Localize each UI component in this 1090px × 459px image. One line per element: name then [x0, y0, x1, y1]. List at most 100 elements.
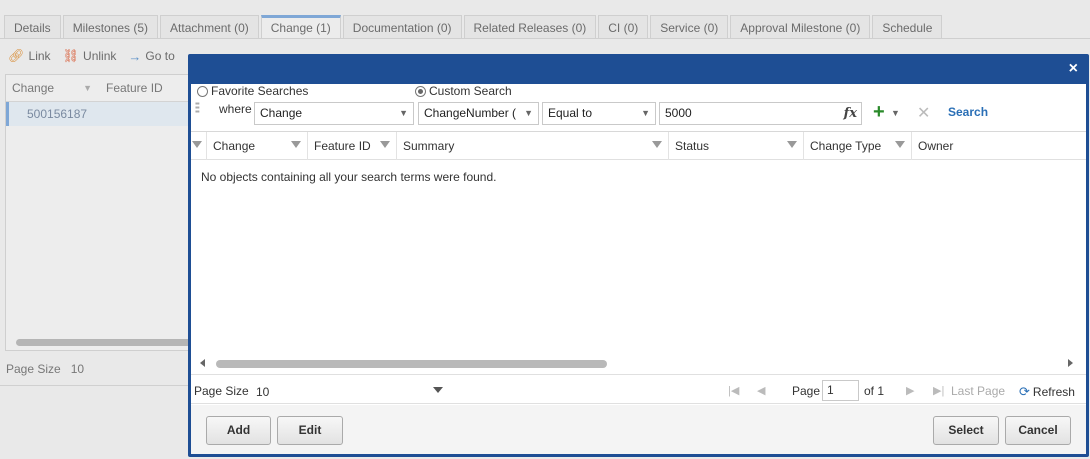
unlink-icon: ⛓ [62, 48, 80, 63]
attribute-select[interactable]: Change ▼ [254, 102, 414, 125]
column-change[interactable]: Change ▼ [6, 81, 100, 95]
dialog-footer: Add Edit Select Cancel [191, 405, 1086, 454]
goto-button[interactable]: → Go to [128, 49, 174, 64]
filter-icon[interactable] [895, 140, 905, 148]
previous-page-icon[interactable]: ◀ [757, 384, 765, 397]
relations-toolbar: 🔗︎ Link ⛓ Unlink → Go to [8, 48, 175, 64]
chevron-down-icon[interactable]: ▼ [891, 108, 900, 118]
dialog-body: Favorite Searches Custom Search ▪▪ ▪▪ ▪▪ w… [191, 84, 1086, 454]
search-button[interactable]: Search [948, 105, 988, 119]
tab-related-releases[interactable]: Related Releases (0) [463, 15, 597, 39]
edit-button[interactable]: Edit [277, 416, 343, 445]
tab-details[interactable]: Details [4, 15, 61, 39]
add-button[interactable]: Add [206, 416, 271, 445]
field-value: ChangeNumber ( [424, 106, 517, 120]
column-label: Feature ID [314, 138, 371, 153]
chevron-down-icon[interactable] [433, 387, 443, 393]
favorite-searches-option[interactable]: Favorite Searches [197, 84, 308, 98]
filter-icon[interactable]: ▼ [83, 83, 92, 93]
refresh-icon: ⟳ [1019, 384, 1030, 399]
link-icon: 🔗︎ [8, 48, 25, 63]
change-number-cell: 500156187 [27, 107, 88, 121]
pagination-bar: Page Size 10 |◀ ◀ Page 1 of 1 ▶ ▶| Last … [191, 374, 1086, 404]
filter-icon[interactable] [192, 140, 202, 148]
bg-page-size: Page Size 10 [6, 362, 84, 376]
filter-icon[interactable] [291, 140, 301, 148]
chevron-down-icon: ▼ [641, 108, 650, 118]
add-criteria-icon[interactable]: + [873, 102, 885, 122]
where-label: where [219, 102, 252, 116]
column-change-type[interactable]: Change Type [804, 131, 912, 160]
attribute-value: Change [260, 106, 303, 120]
refresh-label: Refresh [1032, 385, 1075, 399]
scroll-left-icon[interactable] [200, 359, 205, 367]
column-label: Change [213, 138, 256, 153]
tab-documentation[interactable]: Documentation (0) [342, 15, 462, 39]
horizontal-scrollbar[interactable] [191, 357, 1086, 371]
tab-change[interactable]: Change (1) [260, 15, 341, 39]
divider [0, 385, 190, 386]
column-summary[interactable]: Summary [397, 131, 669, 160]
horizontal-scrollbar[interactable] [16, 339, 196, 346]
column-label: Owner [918, 138, 954, 153]
drag-handle-icon[interactable]: ▪▪ ▪▪ ▪▪ [195, 100, 204, 116]
tab-ci[interactable]: CI (0) [598, 15, 649, 39]
column-feature-id[interactable]: Feature ID [308, 131, 397, 160]
remove-criteria-icon[interactable]: ✕ [917, 103, 930, 123]
field-select[interactable]: ChangeNumber ( ▼ [418, 102, 539, 125]
page-size-label: Page Size [6, 362, 61, 376]
column-status[interactable]: Status [669, 131, 804, 160]
column-owner[interactable]: Owner [912, 132, 1086, 160]
column-change[interactable]: Change [207, 131, 308, 160]
unlink-label: Unlink [83, 49, 117, 63]
value-input[interactable]: 5000 fx [659, 102, 862, 125]
custom-search-radio[interactable] [415, 85, 426, 97]
page-number-input[interactable]: 1 [822, 380, 859, 401]
arrow-right-icon: → [128, 48, 142, 64]
unlink-button[interactable]: ⛓ Unlink [63, 48, 117, 64]
tab-service[interactable]: Service (0) [650, 15, 729, 39]
grid-header: Change ▼ Feature ID [6, 75, 194, 102]
close-icon[interactable]: × [1069, 60, 1078, 78]
tab-attachment[interactable]: Attachment (0) [160, 15, 259, 39]
tab-schedule[interactable]: Schedule [872, 15, 943, 39]
function-icon[interactable]: fx [844, 103, 857, 124]
scrollbar-thumb[interactable] [216, 360, 607, 368]
value-text: 5000 [665, 106, 692, 120]
search-criteria-row: ▪▪ ▪▪ ▪▪ where Change ▼ ChangeNumber (▼ Equ… [191, 100, 1086, 126]
search-dialog: × Favorite Searches Custom Search ▪▪ ▪▪ ▪▪… [188, 54, 1089, 457]
tab-approval-milestone[interactable]: Approval Milestone (0) [730, 15, 871, 39]
first-page-icon[interactable]: |◀ [728, 384, 739, 397]
page-count: of 1 [864, 384, 885, 398]
column-feature-id[interactable]: Feature ID [100, 81, 194, 95]
table-row[interactable]: 500156187 [6, 102, 194, 126]
select-button[interactable]: Select [933, 416, 999, 445]
filter-icon[interactable] [652, 140, 662, 148]
chevron-down-icon: ▼ [524, 108, 533, 118]
filter-icon[interactable] [380, 140, 390, 148]
operator-select[interactable]: Equal to ▼ [542, 102, 656, 125]
next-page-icon[interactable]: ▶ [906, 384, 914, 397]
operator-value: Equal to [548, 106, 593, 120]
cancel-button[interactable]: Cancel [1005, 416, 1071, 445]
scroll-right-icon[interactable] [1068, 359, 1073, 367]
filter-icon[interactable] [787, 140, 797, 148]
page-size-select[interactable]: 10 [256, 385, 269, 399]
last-page-button[interactable]: Last Page [951, 384, 1005, 398]
tabs-divider [0, 38, 1090, 39]
favorite-searches-radio[interactable] [197, 85, 208, 97]
column-label: Status [675, 138, 710, 153]
column-change-label: Change [12, 81, 55, 95]
refresh-button[interactable]: ⟳ Refresh [1019, 384, 1075, 400]
custom-search-label: Custom Search [429, 84, 512, 98]
custom-search-option[interactable]: Custom Search [415, 84, 512, 98]
page-label: Page [792, 384, 821, 398]
tab-milestones[interactable]: Milestones (5) [62, 15, 159, 39]
related-changes-grid: Change ▼ Feature ID 500156187 [5, 74, 196, 351]
link-button[interactable]: 🔗︎ Link [8, 48, 51, 64]
column-selector[interactable] [191, 131, 207, 160]
column-label: Change Type [810, 138, 882, 153]
results-grid: Change Feature ID Summary Status Change … [191, 131, 1086, 373]
column-feature-id-label: Feature ID [106, 81, 163, 95]
last-page-icon[interactable]: ▶| [933, 384, 944, 397]
